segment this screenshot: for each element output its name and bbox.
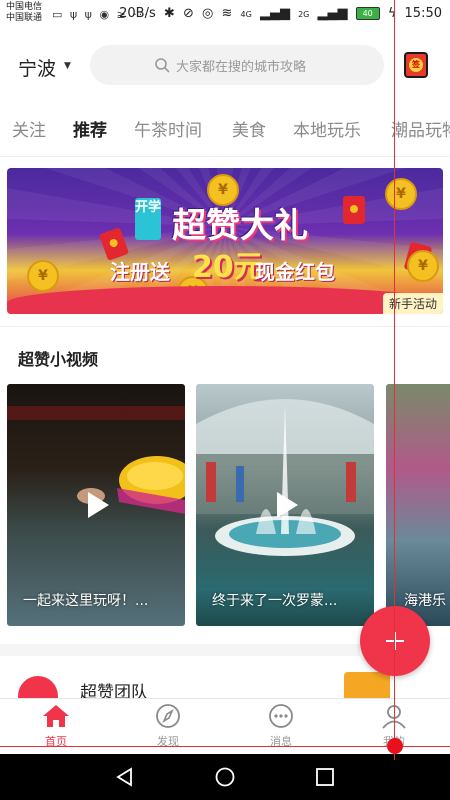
tab-local-fun[interactable]: 本地玩乐 [293, 116, 361, 141]
banner-subtitle-2: 现金红包 [255, 260, 335, 284]
network-speed: 20B/s [119, 6, 156, 21]
video-card[interactable]: 一起来这里玩呀！... [7, 384, 185, 626]
carrier-info: 中国电信 中国联通 [6, 2, 42, 24]
signal-icon: ▂▄▆ [317, 6, 348, 21]
video-card[interactable]: 终于来了一次罗蒙... [196, 384, 374, 626]
banner-subtitle-1: 注册送 [110, 260, 170, 284]
video-caption: 终于来了一次罗蒙... [212, 593, 338, 609]
tab-trendy[interactable]: 潮品玩物 [391, 116, 450, 141]
play-icon[interactable] [78, 487, 114, 523]
system-navigation-bar [0, 754, 450, 800]
play-icon[interactable] [267, 487, 303, 523]
newbie-badge: 新手活动 [382, 293, 443, 314]
wifi-icon: ≋ [221, 6, 233, 21]
coin-icon: ¥ [407, 250, 439, 282]
signal-1-label: 4G [240, 10, 252, 19]
weibo-icon: ◉ [99, 8, 112, 21]
carrier-2: 中国联通 [6, 13, 43, 23]
category-tabs: 关注 推荐 午茶时间 美食 本地玩乐 潮品玩物 [0, 98, 450, 157]
recents-icon[interactable] [314, 766, 336, 788]
checkin-label: 签 [409, 58, 423, 72]
nav-messages[interactable]: 消息 [241, 703, 321, 749]
signal-icon: ▂▄▆ [259, 6, 290, 21]
home-button-icon[interactable] [214, 766, 236, 788]
usb-icon: ψ [84, 8, 94, 21]
banner-amount: 20元 [192, 250, 264, 285]
home-icon [43, 705, 69, 727]
tab-afternoon-tea[interactable]: 午茶时间 [134, 116, 202, 141]
tab-recommend[interactable]: 推荐 [73, 116, 107, 141]
section-divider [0, 326, 450, 327]
charging-icon: ϟ [387, 6, 397, 21]
eye-icon: ◎ [201, 6, 214, 21]
banner-title: 超赞大礼 [172, 206, 308, 246]
red-envelope-icon [343, 196, 365, 224]
team-name: 超赞团队 [80, 683, 148, 700]
avatar [18, 676, 58, 700]
section-title: 超赞小视频 [18, 350, 99, 369]
caret-down-icon[interactable]: ▼ [64, 61, 71, 71]
promo-banner[interactable]: ¥ ¥ ¥ ¥ ¥ 开学 超赞大礼 注册送 20元 现金红包 新手活动 [7, 168, 443, 314]
checkin-icon[interactable]: 签 [404, 52, 428, 78]
tab-food[interactable]: 美食 [232, 116, 266, 141]
battery-icon: 40 [355, 7, 380, 20]
chat-icon [269, 704, 293, 728]
nav-discover[interactable]: 发现 [128, 703, 208, 749]
bluetooth-icon: ✱ [163, 6, 175, 21]
carrier-1: 中国电信 [6, 2, 43, 12]
pointer-guide-horizontal [0, 746, 450, 747]
section-divider [0, 644, 360, 656]
video-card[interactable]: 海港乐 [386, 384, 450, 626]
touch-point-indicator [387, 738, 403, 754]
bus-icon: ▭ [52, 8, 65, 21]
coin-icon: ¥ [27, 260, 59, 292]
tab-follow[interactable]: 关注 [12, 116, 46, 141]
coin-icon: ¥ [385, 178, 417, 210]
video-caption: 海港乐 [404, 593, 446, 609]
nav-home[interactable]: 首页 [16, 703, 96, 749]
search-icon [155, 58, 170, 73]
signal-2-label: 2G [298, 10, 310, 19]
add-post-button[interactable] [360, 606, 430, 676]
system-status: 20B/s ✱ ⊘ ◎ ≋ 4G ▂▄▆ 2G ▂▄▆ 40 ϟ 15:50 [115, 6, 442, 21]
search-placeholder: 大家都在搜的城市攻略 [176, 60, 307, 75]
video-caption: 一起来这里玩呀！... [23, 593, 149, 609]
city-selector[interactable]: 宁波 [18, 54, 56, 81]
usb-icon: ψ [69, 8, 80, 21]
top-bar: 宁波 ▼ 大家都在搜的城市攻略 签 [0, 32, 450, 98]
banner-tag: 开学 [135, 198, 161, 240]
search-box[interactable]: 大家都在搜的城市攻略 [90, 45, 384, 85]
gift-icon[interactable] [344, 672, 390, 700]
clock: 15:50 [404, 6, 442, 21]
mute-icon: ⊘ [182, 6, 194, 21]
back-icon[interactable] [114, 766, 136, 788]
status-bar: 中国电信 中国联通 ▭ ψ ψ ◉ ≥ ··· 20B/s ✱ ⊘ ◎ ≋ 4G… [0, 0, 450, 32]
pointer-guide-vertical [394, 0, 395, 760]
compass-icon [156, 704, 180, 728]
banner-wave [7, 286, 443, 314]
